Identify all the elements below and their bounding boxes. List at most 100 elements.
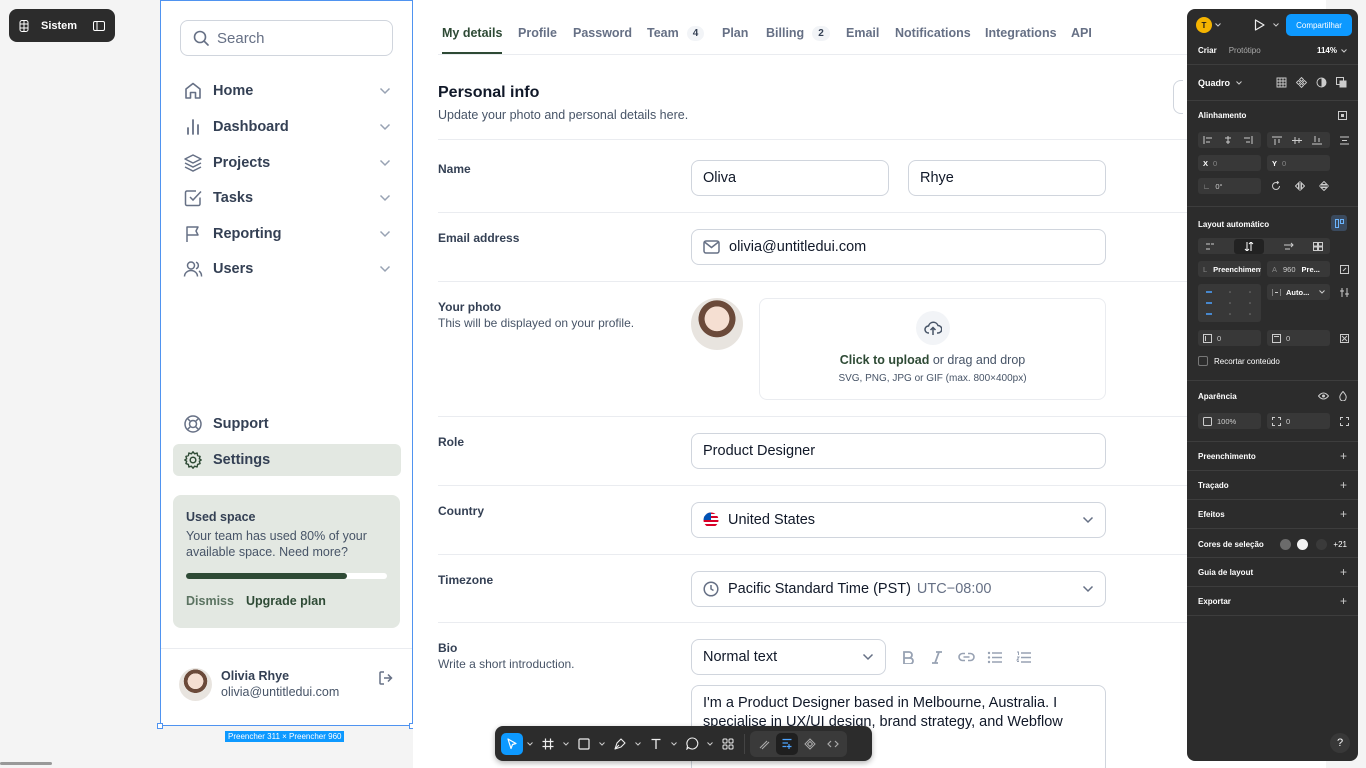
resize-constraints-icon[interactable]: [1340, 265, 1349, 274]
more-colors-count[interactable]: +21: [1333, 540, 1347, 549]
frame-type[interactable]: Quadro: [1198, 78, 1230, 88]
sidebar-item-reporting[interactable]: Reporting: [173, 218, 401, 250]
role-field[interactable]: Product Designer: [691, 433, 1106, 469]
align-settings-icon[interactable]: [1338, 111, 1347, 120]
sidebar-item-dashboard[interactable]: Dashboard: [173, 111, 401, 143]
y-position-field[interactable]: Y0: [1267, 155, 1330, 171]
color-swatch[interactable]: [1316, 539, 1328, 550]
add-layout-guide-icon[interactable]: +: [1340, 566, 1347, 578]
tab-email[interactable]: Email: [846, 25, 879, 41]
tab-api[interactable]: API: [1071, 25, 1092, 41]
boolean-icon[interactable]: [1336, 77, 1347, 88]
link-icon[interactable]: [957, 648, 975, 666]
add-effect-icon[interactable]: +: [1340, 508, 1347, 520]
upgrade-plan-button[interactable]: Upgrade plan: [246, 594, 326, 608]
chevron-down-icon[interactable]: [379, 230, 391, 238]
resize-handle[interactable]: [157, 723, 163, 729]
autolayout-toggle-icon[interactable]: [1331, 215, 1347, 231]
tab-notifications[interactable]: Notifications: [895, 25, 971, 41]
chevron-down-icon[interactable]: [525, 741, 535, 746]
file-menu-pill[interactable]: Sistem: [9, 9, 115, 42]
horizontal-align-group[interactable]: [1198, 132, 1261, 148]
chevron-down-icon[interactable]: [633, 741, 643, 746]
rotation-field[interactable]: ∟ 0°: [1198, 178, 1261, 194]
tab-create[interactable]: Criar: [1198, 46, 1217, 55]
sidebar-toggle-icon[interactable]: [93, 20, 105, 31]
zoom-level[interactable]: 114%: [1317, 46, 1337, 55]
cancel-button[interactable]: [1173, 80, 1183, 114]
distribute-icon[interactable]: [1340, 136, 1349, 145]
clip-content-checkbox[interactable]: [1198, 356, 1208, 366]
chevron-down-icon[interactable]: [379, 194, 391, 202]
frame-tool-icon[interactable]: [537, 733, 559, 755]
vertical-align-group[interactable]: [1267, 132, 1330, 148]
corner-radius-field[interactable]: 0: [1267, 413, 1330, 429]
add-stroke-icon[interactable]: +: [1340, 479, 1347, 491]
sidebar-item-settings[interactable]: Settings: [173, 444, 401, 476]
flip-horizontal-icon[interactable]: [1295, 181, 1305, 191]
pen-tool-icon[interactable]: [609, 733, 631, 755]
vertical-padding-field[interactable]: 0: [1267, 330, 1330, 346]
click-to-upload-link[interactable]: Click to upload: [840, 353, 930, 367]
autolayout-settings-icon[interactable]: [1340, 288, 1349, 297]
horizontal-padding-field[interactable]: 0: [1198, 330, 1261, 346]
text-tool-icon[interactable]: [645, 733, 667, 755]
opacity-field[interactable]: 100%: [1198, 413, 1261, 429]
upload-dropzone[interactable]: Click to upload or drag and drop SVG, PN…: [759, 298, 1106, 400]
tab-team[interactable]: Team 4: [647, 25, 705, 41]
first-name-field[interactable]: Oliva: [691, 160, 889, 196]
drop-icon[interactable]: [1339, 391, 1347, 401]
dev-mode-icon[interactable]: [799, 733, 821, 755]
tab-billing[interactable]: Billing 2: [766, 25, 830, 41]
logout-icon[interactable]: [378, 670, 394, 701]
sidebar-item-support[interactable]: Support: [173, 408, 401, 440]
tab-integrations[interactable]: Integrations: [985, 25, 1057, 41]
chevron-down-icon[interactable]: [1236, 80, 1242, 85]
component-icon[interactable]: [1296, 77, 1307, 88]
width-field[interactable]: LPreenchimento: [1198, 261, 1261, 277]
chevron-down-icon[interactable]: [561, 741, 571, 746]
mask-icon[interactable]: [1316, 77, 1327, 88]
tab-password[interactable]: Password: [573, 25, 632, 41]
grid-icon[interactable]: [1276, 77, 1287, 88]
comment-tool-icon[interactable]: [681, 733, 703, 755]
tab-plan[interactable]: Plan: [722, 25, 748, 41]
chevron-down-icon[interactable]: [379, 159, 391, 167]
code-icon[interactable]: [822, 733, 844, 755]
chevron-down-icon[interactable]: [379, 265, 391, 273]
help-button[interactable]: ?: [1330, 733, 1350, 753]
height-field[interactable]: A 960 Pre...: [1267, 261, 1330, 277]
x-position-field[interactable]: X0: [1198, 155, 1261, 171]
numbered-list-icon[interactable]: [1015, 648, 1033, 666]
chevron-down-icon[interactable]: [669, 741, 679, 746]
chevron-down-icon[interactable]: [705, 741, 715, 746]
alignment-grid[interactable]: [1198, 284, 1261, 322]
sidebar-item-projects[interactable]: Projects: [173, 147, 401, 179]
sidebar-item-home[interactable]: Home: [173, 75, 401, 107]
add-fill-icon[interactable]: +: [1340, 450, 1347, 462]
chevron-down-icon[interactable]: [379, 87, 391, 95]
search-input[interactable]: Search: [180, 20, 393, 56]
chevron-down-icon[interactable]: [1273, 23, 1279, 27]
last-name-field[interactable]: Rhye: [908, 160, 1106, 196]
country-select[interactable]: United States: [691, 502, 1106, 538]
text-style-select[interactable]: Normal text: [691, 639, 886, 675]
components-tool-icon[interactable]: [717, 733, 739, 755]
dismiss-button[interactable]: Dismiss: [186, 594, 234, 608]
bulleted-list-icon[interactable]: [986, 648, 1004, 666]
expand-corners-icon[interactable]: [1340, 417, 1349, 426]
italic-icon[interactable]: [928, 648, 946, 666]
share-button[interactable]: Compartilhar: [1286, 14, 1352, 36]
rectangle-tool-icon[interactable]: [573, 733, 595, 755]
timezone-select[interactable]: Pacific Standard Time (PST) UTC−08:00: [691, 571, 1106, 607]
chevron-down-icon[interactable]: [1215, 23, 1221, 27]
eye-icon[interactable]: [1318, 392, 1329, 400]
rotate-icon[interactable]: [1271, 181, 1281, 191]
design-mode-icon[interactable]: [776, 732, 798, 755]
color-swatch[interactable]: [1297, 539, 1309, 550]
sidebar-item-tasks[interactable]: Tasks: [173, 182, 401, 214]
tab-prototype[interactable]: Protótipo: [1229, 46, 1261, 55]
sidebar-item-users[interactable]: Users: [173, 253, 401, 285]
sidebar-frame[interactable]: Search Home Dashboard Projects Tasks Rep…: [160, 0, 413, 726]
flip-vertical-icon[interactable]: [1319, 181, 1329, 191]
